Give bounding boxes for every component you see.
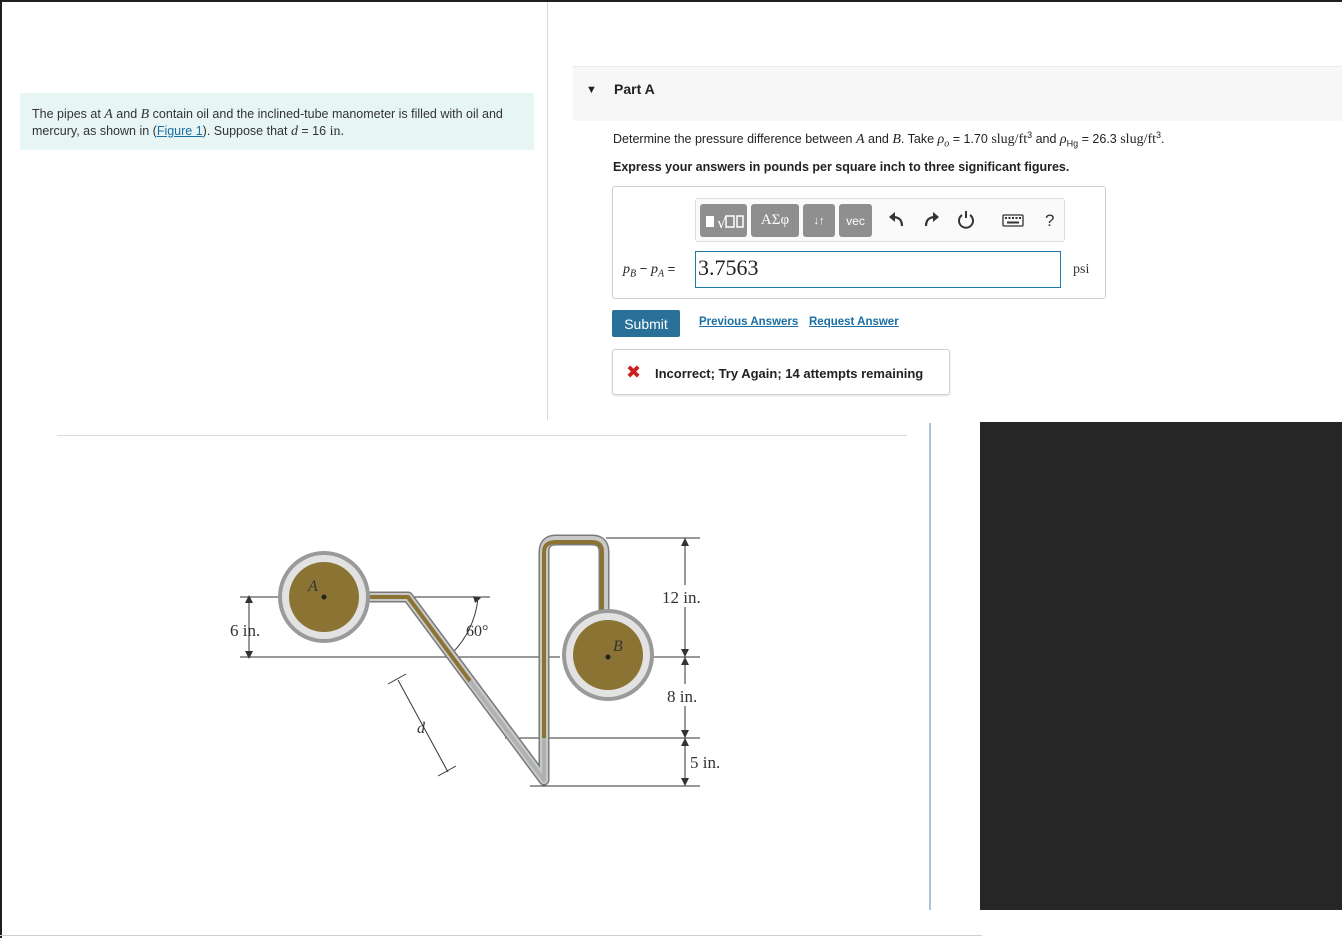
question-text: Determine the pressure difference betwee… bbox=[613, 130, 1333, 150]
dim-6-arrow-top bbox=[245, 595, 253, 603]
dim-12-label: 12 in. bbox=[662, 588, 701, 607]
part-a-header[interactable]: ▼ Part A bbox=[573, 66, 1342, 121]
intro-period: . bbox=[340, 124, 344, 139]
question-part: . Take bbox=[900, 132, 938, 147]
redo-icon[interactable] bbox=[920, 209, 942, 231]
undo-icon[interactable] bbox=[886, 209, 908, 231]
angle-label: 60° bbox=[466, 623, 488, 640]
subscript-superscript-button[interactable]: ↓↑ bbox=[803, 204, 835, 237]
intro-text-3: ). Suppose that bbox=[202, 124, 291, 138]
dim-6-label: 6 in. bbox=[230, 621, 260, 640]
vector-button[interactable]: vec bbox=[839, 204, 872, 237]
dim-arrow bbox=[681, 730, 689, 738]
rho-hg-symbol: ρ bbox=[1059, 132, 1067, 148]
math-toolbar: √ ΑΣφ ↓↑ vec ? bbox=[695, 198, 1065, 242]
figure-side-rule bbox=[929, 423, 931, 910]
keyboard-icon[interactable] bbox=[1001, 209, 1025, 231]
request-answer-link[interactable]: Request Answer bbox=[809, 316, 899, 328]
dim-5-label: 5 in. bbox=[690, 753, 720, 772]
var-a: A bbox=[104, 107, 113, 122]
window-top-border bbox=[0, 0, 1342, 2]
question-part: and bbox=[864, 132, 893, 147]
manometer-figure: 6 in. 12 in. 8 in. 5 in. 60° d A B bbox=[230, 534, 730, 787]
figure-link[interactable]: Figure 1 bbox=[157, 124, 203, 138]
templates-button[interactable]: √ bbox=[700, 204, 747, 237]
oil-density-value: = 1.70 bbox=[949, 132, 992, 147]
window-left-border bbox=[0, 0, 2, 938]
figure-top-rule bbox=[57, 435, 907, 436]
help-button[interactable]: ? bbox=[1045, 211, 1054, 231]
label-b: B bbox=[613, 638, 623, 655]
dim-arrow bbox=[681, 778, 689, 786]
intro-text-1: The pipes at bbox=[32, 107, 105, 121]
hg-density-value: = 26.3 bbox=[1078, 132, 1121, 147]
dark-panel bbox=[980, 422, 1342, 910]
answer-units: psi bbox=[1073, 262, 1090, 277]
pipe-a-center bbox=[321, 594, 327, 600]
greek-symbols-button[interactable]: ΑΣφ bbox=[751, 204, 799, 237]
answer-input[interactable]: 3.7563 bbox=[695, 251, 1061, 288]
question-var-b: B bbox=[892, 132, 901, 148]
bottom-rule bbox=[0, 935, 982, 936]
rho-hg-subscript: Hg bbox=[1066, 138, 1079, 149]
question-part: Determine the pressure difference betwee… bbox=[613, 132, 856, 147]
feedback-box: ✖ Incorrect; Try Again; 14 attempts rema… bbox=[612, 349, 950, 395]
label-equals: = bbox=[664, 261, 676, 276]
previous-answers-link[interactable]: Previous Answers bbox=[699, 316, 798, 328]
dim-8-label: 8 in. bbox=[667, 687, 697, 706]
label-p: p bbox=[623, 262, 630, 277]
collapse-caret-icon[interactable]: ▼ bbox=[586, 84, 597, 96]
tube-oil-left bbox=[360, 595, 472, 683]
label-minus: − bbox=[636, 261, 651, 276]
problem-statement: The pipes at A and B contain oil and the… bbox=[20, 93, 534, 150]
dim-arrow bbox=[681, 649, 689, 657]
intro-eq: = 16 bbox=[297, 124, 330, 138]
incorrect-icon: ✖ bbox=[626, 362, 642, 382]
label-a: A bbox=[307, 578, 318, 595]
column-divider bbox=[547, 2, 548, 420]
dim-arrow bbox=[681, 738, 689, 746]
hg-density-unit: slug/ft bbox=[1120, 132, 1157, 148]
tube-mercury bbox=[468, 679, 546, 782]
dim-6-arrow-bottom bbox=[245, 651, 253, 659]
part-title: Part A bbox=[614, 81, 655, 97]
reset-icon[interactable] bbox=[955, 209, 977, 231]
d-label: d bbox=[417, 720, 426, 737]
oil-density-unit: slug/ft bbox=[991, 132, 1028, 148]
var-d: d bbox=[290, 124, 298, 139]
intro-and: and bbox=[112, 107, 141, 121]
question-part: and bbox=[1032, 132, 1060, 147]
var-b: B bbox=[140, 107, 150, 122]
pipe-b-center bbox=[605, 654, 611, 660]
question-part: . bbox=[1161, 132, 1165, 147]
intro-unit: in bbox=[329, 124, 341, 139]
dim-arrow bbox=[681, 657, 689, 665]
answer-box: √ ΑΣφ ↓↑ vec ? pB − pA = 3.7563 psi bbox=[612, 186, 1106, 299]
answer-label: pB − pA = bbox=[623, 261, 675, 280]
label-p: p bbox=[650, 262, 658, 277]
dim-arrow bbox=[681, 538, 689, 546]
templates-icon: √ bbox=[705, 214, 744, 232]
answer-instruction: Express your answers in pounds per squar… bbox=[613, 160, 1070, 174]
feedback-message: Incorrect; Try Again; 14 attempts remain… bbox=[655, 366, 924, 381]
d-ext-top bbox=[387, 673, 407, 685]
submit-button[interactable]: Submit bbox=[612, 310, 680, 337]
question-var-a: A bbox=[855, 132, 865, 148]
